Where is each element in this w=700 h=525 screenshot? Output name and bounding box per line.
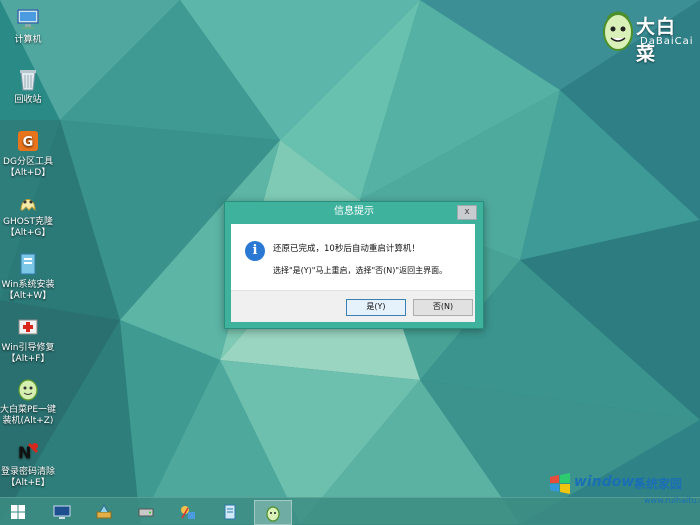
desktop-icon-computer[interactable]: 计算机 <box>0 6 58 46</box>
icon-label: 计算机 <box>14 35 42 45</box>
screen-icon <box>53 505 71 519</box>
notepad-icon <box>224 504 236 520</box>
icon-label: 大白菜PE一键 <box>0 405 57 415</box>
icon-label: DG分区工具 <box>3 157 53 167</box>
dialog-title[interactable]: 信息提示 <box>225 202 483 222</box>
desktop-icon-dabaicai-install[interactable]: 大白菜PE一键 装机(Alt+Z) <box>0 376 58 427</box>
watermark-url: www.ruihaitu.com <box>644 496 700 505</box>
password-clear-icon: N <box>18 442 39 462</box>
dialog-message-area: i 还原已完成，10秒后自动重启计算机！ 选择"是(Y)"马上重启，选择"否(N… <box>231 224 475 290</box>
computer-icon <box>17 9 39 29</box>
dialog-message-secondary: 选择"是(Y)"马上重启，选择"否(N)"返回主界面。 <box>273 266 448 275</box>
taskbar-item-dabaicai[interactable] <box>254 500 292 525</box>
desktop-icon-win-install[interactable]: Win系统安装 【Alt+W】 <box>0 251 58 302</box>
desktop-icon-diskgenius[interactable]: G DG分区工具 【Alt+D】 <box>0 128 58 179</box>
watermark: windows 系统家园 www.ruihaitu.com <box>548 470 700 516</box>
network-icon <box>181 506 195 519</box>
taskbar-item-disk[interactable] <box>128 500 164 523</box>
icon-label: GHOST克隆 <box>2 217 54 227</box>
taskbar-item-tools[interactable] <box>86 500 122 523</box>
taskbar-item-notepad[interactable] <box>212 500 248 523</box>
icon-shortcut: 【Alt+E】 <box>6 478 50 488</box>
boot-repair-icon <box>18 319 38 335</box>
ghost-icon <box>20 199 36 212</box>
dialog-footer: 是(Y) 否(N) <box>231 290 475 322</box>
icon-label: 回收站 <box>14 95 42 105</box>
icon-shortcut: 【Alt+F】 <box>6 354 50 364</box>
taskbar-item-screen[interactable] <box>44 500 80 523</box>
dabaicai-install-icon <box>18 379 38 401</box>
dialog-body: i 还原已完成，10秒后自动重启计算机！ 选择"是(Y)"马上重启，选择"否(N… <box>231 224 475 322</box>
desktop-icon-ghost[interactable]: GHOST克隆 【Alt+G】 <box>0 188 58 239</box>
desktop-icon-boot-repair[interactable]: Win引导修复 【Alt+F】 <box>0 314 58 365</box>
svg-text:G: G <box>23 135 34 150</box>
windows-logo-icon <box>550 473 570 494</box>
taskbar-item-network[interactable] <box>170 500 206 523</box>
brand-logo: 大白菜 DaBaiCai <box>600 8 692 65</box>
icon-shortcut: 【Alt+W】 <box>4 291 52 301</box>
watermark-text-cn: 系统家园 <box>634 477 683 491</box>
icon-label: Win系统安装 <box>1 280 55 290</box>
brand-subtitle: DaBaiCai <box>640 36 694 47</box>
icon-label: 登录密码清除 <box>0 467 55 477</box>
recycle-bin-icon <box>20 70 36 91</box>
icon-shortcut: 【Alt+D】 <box>5 168 51 178</box>
desktop-icon-password-clear[interactable]: N 登录密码清除 【Alt+E】 <box>0 438 58 489</box>
dabaicai-icon <box>266 506 280 522</box>
watermark-text: windows <box>574 474 643 490</box>
icon-label: Win引导修复 <box>1 343 55 353</box>
info-dialog: 信息提示 x i 还原已完成，10秒后自动重启计算机！ 选择"是(Y)"马上重启… <box>224 201 484 329</box>
icon-shortcut: 【Alt+G】 <box>5 228 51 238</box>
yes-button[interactable]: 是(Y) <box>346 299 406 316</box>
no-button[interactable]: 否(N) <box>413 299 473 316</box>
win-install-icon <box>20 253 36 275</box>
info-icon: i <box>245 241 265 261</box>
diskgenius-icon: G <box>18 131 38 151</box>
start-icon <box>11 505 25 519</box>
dialog-message-primary: 还原已完成，10秒后自动重启计算机！ <box>273 244 420 254</box>
disk-icon <box>138 508 154 517</box>
dabaicai-mascot-icon <box>603 11 633 51</box>
start-button[interactable] <box>0 500 36 523</box>
tools-icon <box>96 503 112 519</box>
desktop-icon-recycle-bin[interactable]: 回收站 <box>0 66 58 106</box>
icon-shortcut: 装机(Alt+Z) <box>2 416 54 426</box>
dialog-close-button[interactable]: x <box>457 205 477 220</box>
